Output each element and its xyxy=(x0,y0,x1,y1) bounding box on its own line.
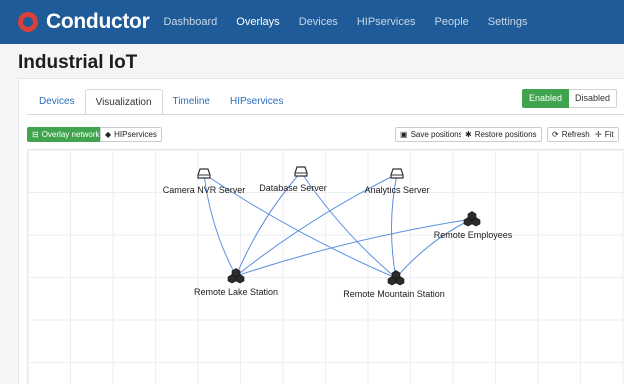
tab-devices[interactable]: Devices xyxy=(29,89,85,115)
restore-positions-button[interactable]: ✱ Restore positions xyxy=(461,127,542,142)
refresh-label: Refresh xyxy=(561,130,590,139)
nav-devices[interactable]: Devices xyxy=(299,16,338,28)
node-label-camera: Camera NVR Server xyxy=(162,185,246,195)
visualization-toolbar: ⊟ Overlay network ◆ HIPservices ▣ Save p… xyxy=(27,127,619,144)
nav-dashboard[interactable]: Dashboard xyxy=(163,16,217,28)
graph-edge-employees-mountain xyxy=(395,218,473,279)
fit-button[interactable]: ✛ Fit xyxy=(591,127,619,142)
graph-edge-employees-lake xyxy=(235,218,473,277)
server-icon[interactable] xyxy=(197,168,211,179)
floppy-disk-icon: ▣ xyxy=(400,130,408,139)
network-graph-canvas[interactable]: Camera NVR Server Database Server Analytic… xyxy=(27,149,624,384)
tab-timeline[interactable]: Timeline xyxy=(163,89,220,115)
top-navbar: Conductor Dashboard Overlays Devices HIP… xyxy=(0,0,624,44)
tab-hipservices[interactable]: HIPservices xyxy=(220,89,293,115)
node-label-employees: Remote Employees xyxy=(433,230,513,240)
disabled-button[interactable]: Disabled xyxy=(568,89,617,108)
status-toggle: Enabled Disabled xyxy=(521,89,617,108)
hipservices-view-label: HIPservices xyxy=(114,130,157,139)
cluster-icon[interactable] xyxy=(463,211,481,227)
tab-bar: Devices Visualization Timeline HIPservic… xyxy=(29,89,293,115)
node-label-analytics: Analytics Server xyxy=(364,185,430,195)
nav-settings[interactable]: Settings xyxy=(488,16,528,28)
nav-menu: Dashboard Overlays Devices HIPservices P… xyxy=(163,16,546,28)
save-positions-button[interactable]: ▣ Save positions xyxy=(395,127,468,142)
nav-overlays[interactable]: Overlays xyxy=(236,16,279,28)
refresh-button[interactable]: ⟳ Refresh xyxy=(547,127,595,142)
node-label-lake: Remote Lake Station xyxy=(193,287,279,297)
nav-hipservices[interactable]: HIPservices xyxy=(357,16,416,28)
tab-divider xyxy=(27,114,624,115)
hipservices-view-button[interactable]: ◆ HIPservices xyxy=(100,127,162,142)
app-name: Conductor xyxy=(46,10,150,33)
save-positions-label: Save positions xyxy=(410,130,463,139)
brand[interactable]: Conductor xyxy=(18,10,150,34)
overlay-panel: Devices Visualization Timeline HIPservic… xyxy=(18,78,624,384)
server-icon[interactable] xyxy=(390,168,404,179)
node-label-mountain: Remote Mountain Station xyxy=(343,289,445,299)
asterisk-icon: ✱ xyxy=(465,130,472,139)
nav-people[interactable]: People xyxy=(435,16,469,28)
conductor-logo-icon xyxy=(18,12,38,32)
restore-positions-label: Restore positions xyxy=(474,130,537,139)
fit-label: Fit xyxy=(604,130,614,139)
refresh-icon: ⟳ xyxy=(552,130,559,139)
enabled-button[interactable]: Enabled xyxy=(521,89,569,108)
cube-icon: ◆ xyxy=(105,130,112,139)
node-label-database: Database Server xyxy=(259,183,327,193)
overlay-network-label: Overlay network xyxy=(41,130,100,139)
page-title: Industrial IoT xyxy=(18,52,138,73)
overlay-network-button[interactable]: ⊟ Overlay network xyxy=(27,127,105,142)
cluster-icon[interactable] xyxy=(227,268,245,284)
network-icon: ⊟ xyxy=(32,130,39,139)
move-icon: ✛ xyxy=(595,130,602,139)
tab-visualization[interactable]: Visualization xyxy=(84,89,163,115)
server-icon[interactable] xyxy=(294,166,308,177)
